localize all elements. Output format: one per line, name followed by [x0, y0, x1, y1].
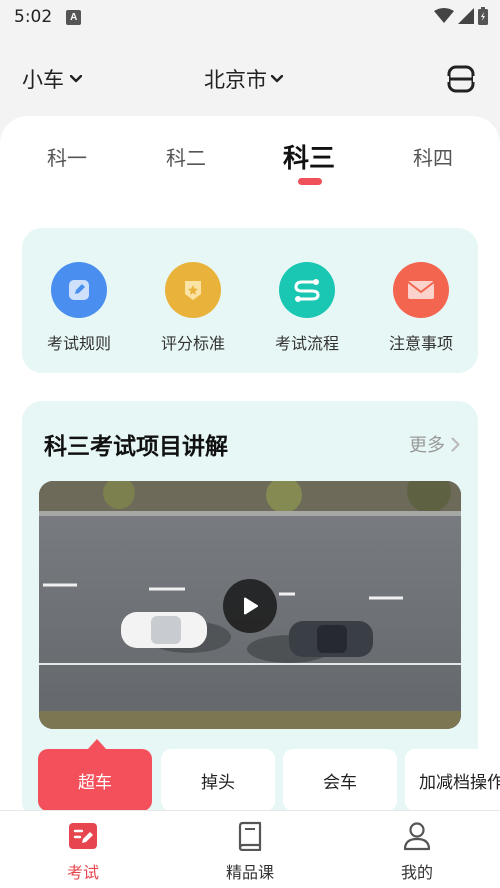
notices-button[interactable]: 注意事项 [366, 262, 476, 354]
chevron-down-icon [70, 75, 82, 83]
tab-subject-3[interactable]: 科三 [269, 138, 349, 175]
city-label: 北京市 [204, 68, 267, 92]
vehicle-type-selector[interactable]: 小车 [22, 64, 82, 94]
play-icon [244, 597, 258, 615]
bottom-nav: 考试 精品课 我的 [0, 810, 500, 888]
notices-label: 注意事项 [388, 334, 453, 353]
battery-icon [478, 7, 488, 25]
chevron-right-icon [451, 436, 460, 452]
edit-doc-icon [51, 262, 107, 318]
nav-courses[interactable]: 精品课 [200, 821, 300, 883]
flow-icon [279, 262, 335, 318]
main-panel: 科一 科二 科三 科四 考试规则 评分标准 考试流程 注意事项 科三考试项目讲解… [0, 116, 500, 821]
chevron-down-icon [271, 75, 283, 83]
vehicle-type-label: 小车 [22, 68, 64, 92]
more-link[interactable]: 更多 [409, 431, 460, 457]
subject-tabs: 科一 科二 科三 科四 [0, 142, 500, 192]
quick-actions-card: 考试规则 评分标准 考试流程 注意事项 [22, 228, 478, 373]
city-selector[interactable]: 北京市 [204, 64, 283, 94]
tab-subject-1[interactable]: 科一 [27, 142, 107, 171]
header: 小车 北京市 [0, 56, 500, 100]
exam-rules-label: 考试规则 [46, 334, 111, 353]
chip-u-turn[interactable]: 掉头 [161, 749, 275, 811]
topic-chips: 超车 掉头 会车 加减档操作 [38, 749, 500, 811]
nav-courses-label: 精品课 [225, 863, 274, 882]
book-icon [238, 821, 262, 852]
status-icons [434, 7, 488, 25]
scan-button[interactable] [445, 64, 477, 94]
signal-icon [458, 8, 474, 24]
status-bar: 5:02 A [0, 0, 500, 34]
status-time: 5:02 [14, 7, 53, 27]
scoring-standard-label: 评分标准 [160, 334, 225, 353]
badge-icon [165, 262, 221, 318]
nav-exam-label: 考试 [66, 863, 99, 882]
scoring-standard-button[interactable]: 评分标准 [138, 262, 248, 354]
chip-meeting[interactable]: 会车 [283, 749, 397, 811]
nav-exam[interactable]: 考试 [33, 821, 133, 883]
video-player[interactable] [39, 481, 461, 729]
nav-profile-label: 我的 [400, 863, 433, 882]
exam-process-button[interactable]: 考试流程 [252, 262, 362, 354]
mail-icon [393, 262, 449, 318]
exam-icon [69, 823, 97, 849]
chip-overtake[interactable]: 超车 [38, 749, 152, 811]
profile-icon [403, 822, 431, 851]
tab-subject-2[interactable]: 科二 [146, 142, 226, 171]
nav-profile[interactable]: 我的 [367, 821, 467, 883]
exam-rules-button[interactable]: 考试规则 [24, 262, 134, 354]
tab-indicator [298, 178, 322, 185]
chip-gear-shift[interactable]: 加减档操作 [405, 749, 500, 811]
exam-process-label: 考试流程 [274, 334, 339, 353]
notification-icon: A [66, 9, 82, 25]
tab-subject-4[interactable]: 科四 [393, 142, 473, 171]
lecture-title: 科三考试项目讲解 [44, 434, 228, 460]
play-button[interactable] [223, 579, 277, 633]
wifi-icon [434, 8, 454, 23]
more-label: 更多 [409, 435, 445, 456]
scan-icon [445, 65, 477, 93]
